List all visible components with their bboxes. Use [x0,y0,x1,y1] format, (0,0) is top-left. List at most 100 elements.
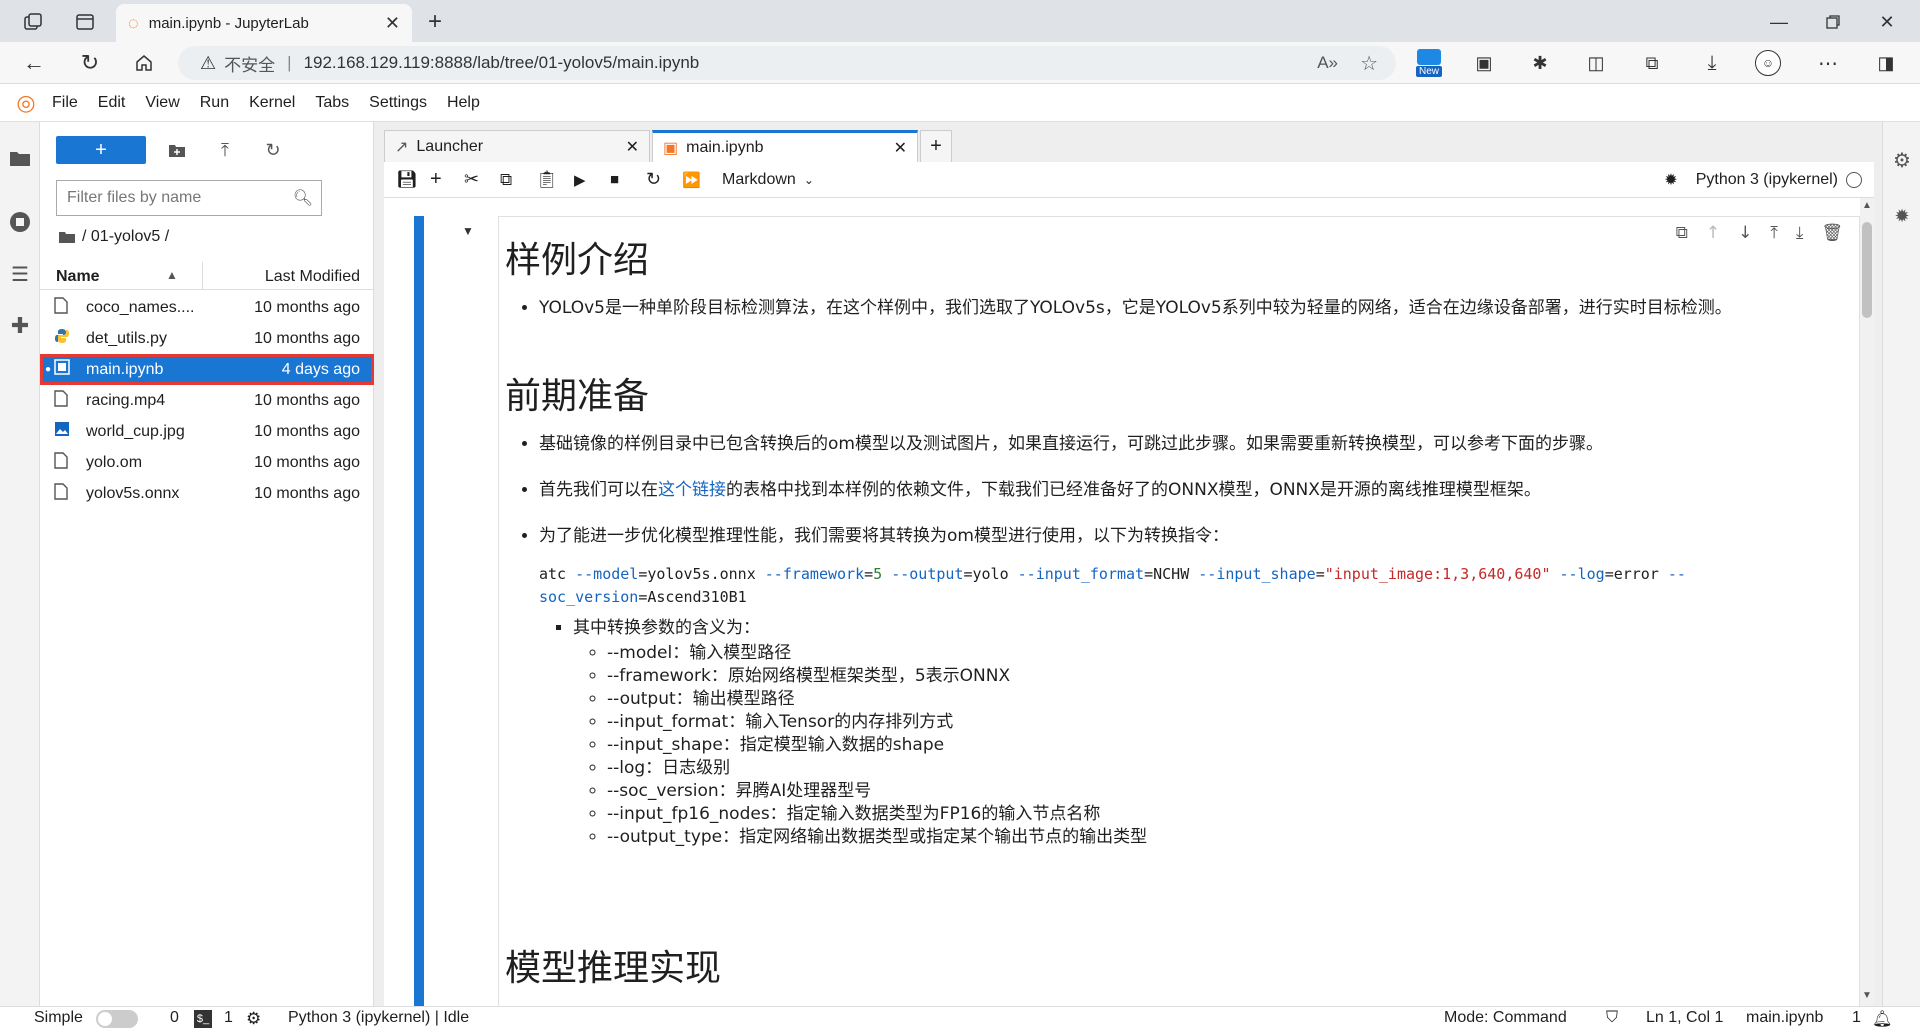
stop-icon[interactable]: ■ [610,171,646,188]
debugger-icon[interactable]: ✹ [1664,170,1677,190]
cell-type-select[interactable]: Markdown ⌄ [722,171,814,189]
scroll-up-icon[interactable]: ▲ [1862,200,1872,211]
save-icon[interactable]: 💾︎ [396,170,430,190]
close-launcher-icon[interactable]: ✕ [626,137,639,157]
close-tab-icon[interactable]: ✕ [385,13,400,34]
file-row[interactable]: det_utils.py 10 months ago [40,323,374,354]
cell-collapser[interactable] [414,216,424,1006]
insert-below-icon[interactable]: ⤓ [1796,223,1804,243]
notebook-scrollbar[interactable]: ▲ ▼ [1860,198,1874,1006]
param-item: --output_type：指定网络输出数据类型或指定某个输出节点的输出类型 [607,826,1839,849]
debugger-panel-icon[interactable]: ✹ [1886,200,1918,232]
home-icon[interactable] [128,48,160,78]
favorites-icon[interactable]: ⧉ [1636,48,1668,78]
profile-avatar-icon[interactable]: ☺ [1752,48,1784,78]
file-row[interactable]: yolov5s.onnx 10 months ago [40,478,374,509]
close-notebook-icon[interactable]: ✕ [894,138,907,158]
menu-file[interactable]: File [52,94,78,112]
breadcrumb-path[interactable]: / 01-yolov5 / [82,228,169,246]
menu-view[interactable]: View [145,94,179,112]
column-name-header[interactable]: Name [56,268,100,286]
collections-icon[interactable]: ▣ [1468,48,1500,78]
menu-run[interactable]: Run [200,94,229,112]
copy-icon[interactable]: ⧉ [500,170,536,190]
new-folder-icon[interactable] [162,136,192,164]
tab-main-notebook[interactable]: ▣ main.ipynb ✕ [652,130,918,162]
close-window-icon[interactable]: ✕ [1872,8,1902,36]
running-sessions-icon[interactable] [4,206,36,238]
browser-tab-strip: ◌ main.ipynb - JupyterLab ✕ + — ✕ [0,0,1920,42]
refresh-icon[interactable]: ↻ [74,48,106,78]
menu-edit[interactable]: Edit [98,94,126,112]
kernel-name[interactable]: Python 3 (ipykernel) [1696,171,1838,189]
run-icon[interactable]: ▶ [574,171,610,189]
scrollbar-thumb[interactable] [1862,222,1872,318]
split-screen-icon[interactable]: ◫ [1580,48,1612,78]
search-icon: 🔍︎ [292,190,313,207]
add-tab-icon[interactable]: + [920,130,952,162]
property-inspector-icon[interactable]: ⚙ [1886,144,1918,176]
menu-settings[interactable]: Settings [369,94,427,112]
url-text: 192.168.129.119:8888/lab/tree/01-yolov5/… [303,53,700,72]
favorite-star-icon[interactable]: ☆ [1360,51,1378,76]
file-name: racing.mp4 [86,391,166,409]
move-up-icon[interactable]: ↑ [1706,223,1720,243]
file-row[interactable]: world_cup.jpg 10 months ago [40,416,374,447]
file-row[interactable]: racing.mp4 10 months ago [40,385,374,416]
column-modified-header[interactable]: Last Modified [265,268,360,286]
insert-above-icon[interactable]: ⤒ [1770,223,1778,243]
file-row-selected[interactable]: ● main.ipynb 4 days ago [40,354,374,385]
upload-icon[interactable]: ⤒ [210,136,240,164]
jupyter-logo-icon[interactable]: ◎ [0,90,52,116]
refresh-files-icon[interactable]: ↻ [258,136,288,164]
param-item: --model：输入模型路径 [607,642,1839,665]
menu-tabs[interactable]: Tabs [315,94,349,112]
workspaces-icon[interactable] [18,8,48,36]
restart-kernel-icon[interactable]: ↻ [646,169,682,190]
markdown-cell[interactable]: ⧉ ↑ ↓ ⤒ ⤓ 🗑︎ 样例介绍 YOLOv5是一种单阶段目标检测算法，在这个… [498,216,1860,1006]
table-of-contents-icon[interactable]: ☰ [4,258,36,290]
extension-new-icon[interactable]: New [1412,46,1446,80]
move-down-icon[interactable]: ↓ [1738,223,1752,243]
url-field[interactable]: ⚠ 不安全 | 192.168.129.119:8888/lab/tree/01… [178,46,1396,80]
more-menu-icon[interactable]: ⋯ [1812,48,1844,78]
dependency-link[interactable]: 这个链接 [658,480,726,500]
code-token: =error [1604,565,1668,583]
cut-icon[interactable]: ✂ [464,169,500,190]
file-icon [54,451,68,474]
notification-bell-icon[interactable]: 🔔︎ [1872,1009,1892,1029]
notebook-toolbar: 💾︎ + ✂ ⧉ 📋︎ ▶ ■ ↻ ⏩ Markdown ⌄ ✹ Python … [384,162,1874,198]
insert-cell-icon[interactable]: + [430,168,464,191]
read-aloud-icon[interactable]: A» [1317,53,1338,73]
file-row[interactable]: yolo.om 10 months ago [40,447,374,478]
new-launcher-button[interactable]: + [56,136,146,164]
browser-tab-active[interactable]: ◌ main.ipynb - JupyterLab ✕ [116,4,412,42]
menu-kernel[interactable]: Kernel [249,94,295,112]
left-activity-bar: ☰ ✚ [0,122,40,1006]
scroll-down-icon[interactable]: ▼ [1862,990,1872,1001]
sidebar-toggle-icon[interactable]: ◨ [1870,48,1902,78]
back-icon[interactable]: ← [18,48,50,78]
new-tab-icon[interactable]: + [420,8,450,36]
params-title-text: 其中转换参数的含义为： [573,618,760,638]
minimize-icon[interactable]: — [1764,8,1794,36]
file-filter-input[interactable]: Filter files by name 🔍︎ [56,180,322,216]
extension-manager-icon[interactable]: ✚ [4,310,36,342]
file-modified: 10 months ago [254,453,360,471]
duplicate-cell-icon[interactable]: ⧉ [1676,223,1688,243]
file-row[interactable]: coco_names.... 10 months ago [40,292,374,323]
tab-actions-icon[interactable] [70,8,100,36]
paste-icon[interactable]: 📋︎ [536,170,574,190]
restart-run-all-icon[interactable]: ⏩ [682,171,722,189]
downloads-icon[interactable]: ⤓ [1696,48,1728,78]
collapse-heading-icon[interactable]: ▼ [462,224,474,238]
folder-icon[interactable] [4,142,36,174]
cursor-position[interactable]: Ln 1, Col 1 [1646,1009,1723,1027]
restore-icon[interactable] [1818,8,1848,36]
delete-cell-icon[interactable]: 🗑︎ [1821,223,1843,243]
kernel-status-text[interactable]: Python 3 (ipykernel) | Idle [288,1009,469,1027]
extensions-icon[interactable]: ✱ [1524,48,1556,78]
tab-launcher[interactable]: ↗ Launcher ✕ [384,130,650,162]
simple-mode-toggle[interactable] [96,1010,138,1028]
menu-help[interactable]: Help [447,94,480,112]
